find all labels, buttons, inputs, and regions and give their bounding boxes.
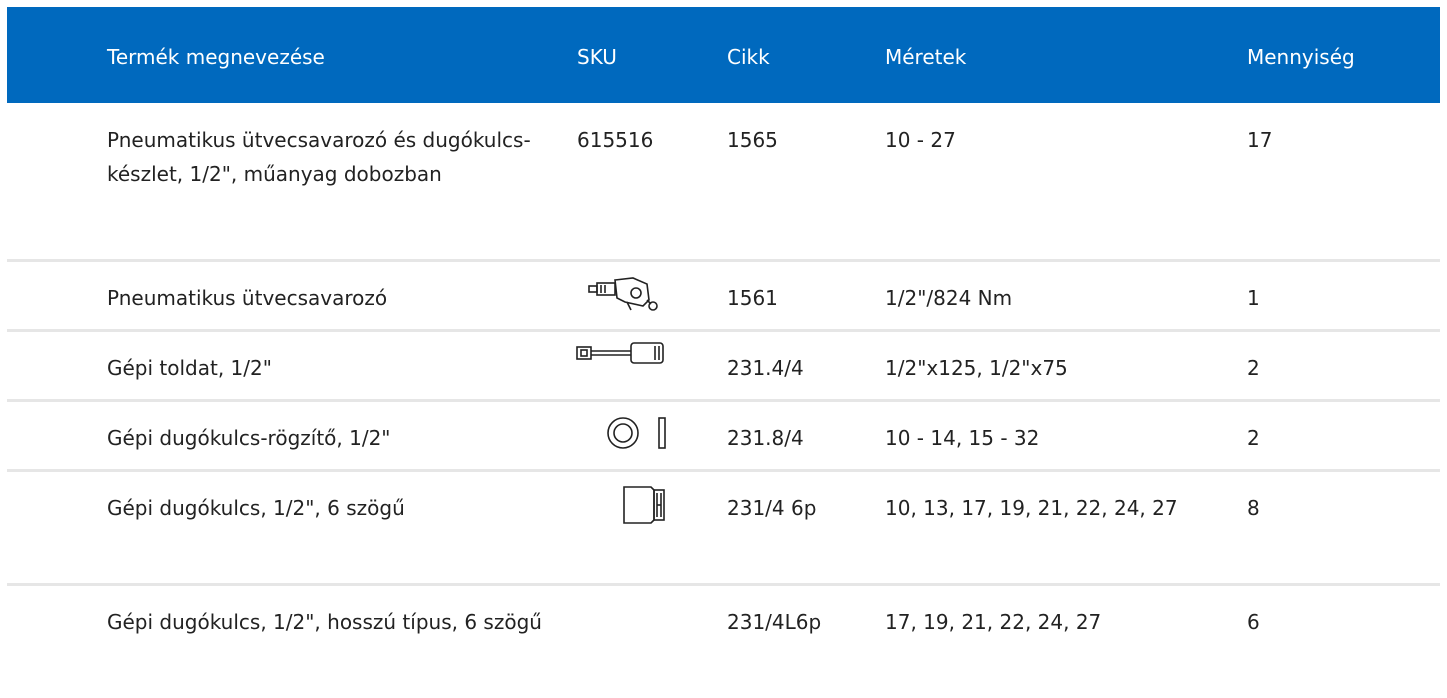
product-table: Termék megnevezése SKU Cikk Méretek Menn… [7,7,1440,698]
product-name: Gépi dugókulcs, 1/2", 6 szögű [107,496,405,520]
table-row: Gépi dugókulcs, 1/2", hosszú típus, 6 sz… [7,586,1440,698]
product-qty: 1 [1247,286,1260,310]
product-size: 17, 19, 21, 22, 24, 27 [885,610,1102,634]
table-row: Pneumatikus ütvecsavarozó és dugókulcs-k… [7,103,1440,262]
product-size: 10 - 27 [885,128,956,152]
product-size: 10 - 14, 15 - 32 [885,426,1040,450]
column-header-size: Méretek [885,45,967,69]
product-cikk: 231.4/4 [727,356,804,380]
product-name: Pneumatikus ütvecsavarozó és dugókulcs-k… [107,128,531,186]
column-header-sku: SKU [577,45,617,69]
column-header-cikk: Cikk [727,45,770,69]
column-header-qty: Mennyiség [1247,45,1355,69]
product-size: 1/2"/824 Nm [885,286,1013,310]
product-qty: 8 [1247,496,1260,520]
product-cikk: 231/4L6p [727,610,822,634]
product-name: Gépi dugókulcs-rögzítő, 1/2" [107,426,391,450]
product-name: Gépi dugókulcs, 1/2", hosszú típus, 6 sz… [107,610,542,634]
socket-icon [621,484,667,526]
table-header: Termék megnevezése SKU Cikk Méretek Menn… [7,7,1440,103]
product-qty: 17 [1247,128,1273,152]
retaining-ring-icon [605,415,671,451]
impact-wrench-icon [587,274,669,312]
product-cikk: 1565 [727,128,778,152]
column-header-name: Termék megnevezése [107,45,325,69]
product-sku: 615516 [577,128,654,152]
product-qty: 2 [1247,426,1260,450]
product-size: 10, 13, 17, 19, 21, 22, 24, 27 [885,496,1178,520]
table-row: Gépi dugókulcs-rögzítő, 1/2" 231.8/4 10 … [7,402,1440,472]
product-cikk: 231.8/4 [727,426,804,450]
product-name: Gépi toldat, 1/2" [107,356,272,380]
product-cikk: 231/4 6p [727,496,817,520]
table-row: Pneumatikus ütvecsavarozó 1561 1/2"/824 … [7,262,1440,332]
product-cikk: 1561 [727,286,778,310]
product-qty: 6 [1247,610,1260,634]
product-name: Pneumatikus ütvecsavarozó [107,286,388,310]
table-row: Gépi dugókulcs, 1/2", 6 szögű 231/4 6p 1… [7,472,1440,586]
product-qty: 2 [1247,356,1260,380]
extension-bar-icon [575,341,671,367]
table-row: Gépi toldat, 1/2" 231.4/4 1/2"x125, 1/2"… [7,332,1440,402]
product-size: 1/2"x125, 1/2"x75 [885,356,1068,380]
